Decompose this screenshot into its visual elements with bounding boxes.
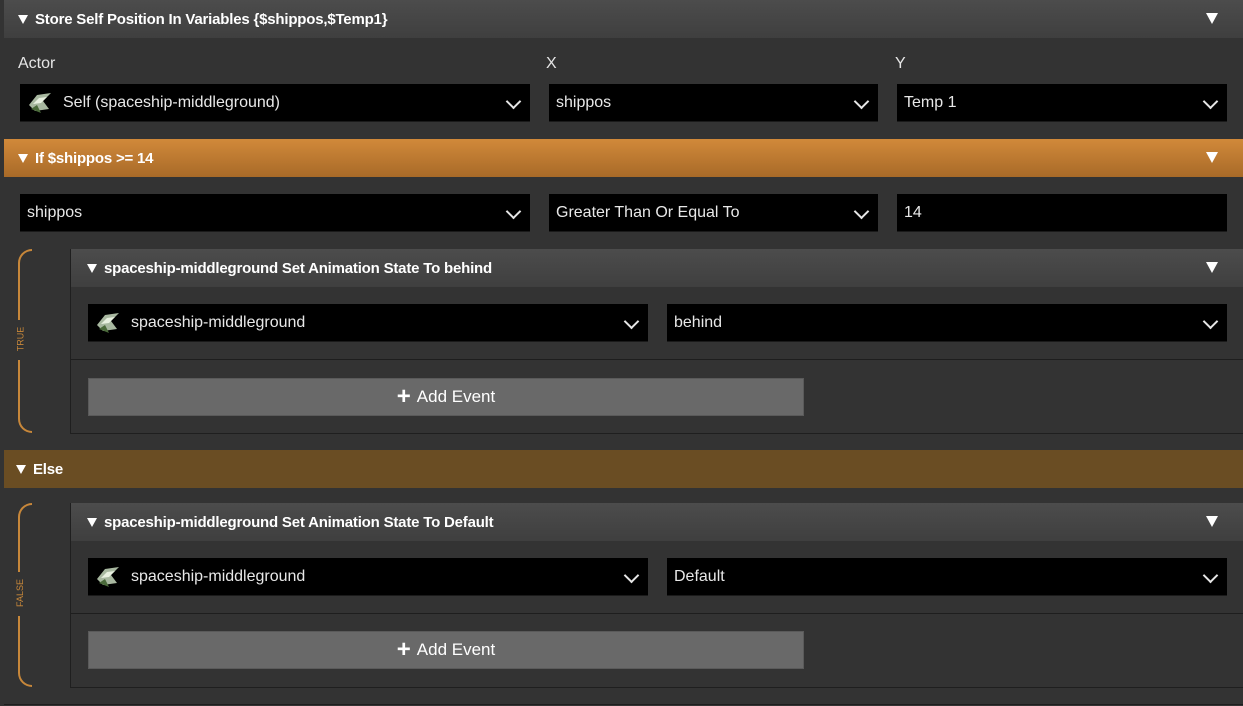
collapse-triangle-icon[interactable]	[18, 14, 28, 24]
false-child-event-header[interactable]: spaceship-middleground Set Animation Sta…	[71, 503, 1243, 541]
event-menu-icon[interactable]	[1206, 13, 1218, 24]
spaceship-icon	[97, 566, 119, 587]
if-event-title: If $shippos >= 14	[35, 149, 154, 167]
chevron-down-icon	[1202, 93, 1219, 110]
chevron-down-icon	[505, 93, 522, 110]
x-value: shippos	[556, 93, 612, 111]
true-actor-value: spaceship-middleground	[131, 313, 306, 331]
bottom-divider	[4, 704, 1243, 705]
chevron-down-icon	[853, 93, 870, 110]
false-state-value: Default	[674, 567, 725, 585]
divider	[71, 359, 1243, 360]
false-actor-value: spaceship-middleground	[131, 567, 306, 585]
true-branch-label: TRUE	[15, 326, 26, 352]
collapse-triangle-icon[interactable]	[18, 153, 28, 163]
chevron-down-icon	[853, 203, 870, 220]
false-child-title: spaceship-middleground Set Animation Sta…	[104, 513, 494, 531]
false-branch-label: FALSE	[15, 578, 26, 608]
add-event-label: Add Event	[416, 387, 496, 406]
store-event-header[interactable]: Store Self Position In Variables {$shipp…	[4, 0, 1243, 38]
if-right-value-input[interactable]: 14	[897, 194, 1227, 232]
y-label: Y	[895, 55, 906, 72]
true-animation-state-dropdown[interactable]: behind	[667, 304, 1227, 342]
actor-value: Self (spaceship-middleground)	[63, 93, 280, 111]
else-event-title: Else	[33, 460, 64, 478]
chevron-down-icon	[1202, 567, 1219, 584]
plus-icon: +	[396, 636, 411, 663]
x-variable-dropdown[interactable]: shippos	[549, 84, 878, 122]
collapse-triangle-icon[interactable]	[87, 263, 97, 273]
if-right-value: 14	[904, 203, 922, 221]
add-event-label: Add Event	[416, 640, 496, 659]
x-label: X	[546, 55, 557, 72]
true-state-value: behind	[674, 313, 723, 331]
true-child-event-header[interactable]: spaceship-middleground Set Animation Sta…	[71, 249, 1243, 287]
actor-dropdown[interactable]: Self (spaceship-middleground)	[20, 84, 530, 122]
collapse-triangle-icon[interactable]	[87, 517, 97, 527]
divider	[71, 613, 1243, 614]
else-event-header[interactable]: Else	[4, 450, 1243, 488]
store-event-title: Store Self Position In Variables {$shipp…	[35, 10, 388, 28]
spaceship-icon	[97, 312, 119, 333]
add-event-button[interactable]: + Add Event	[88, 631, 804, 669]
if-event-header[interactable]: If $shippos >= 14	[4, 139, 1243, 177]
operator-value: Greater Than Or Equal To	[556, 203, 740, 221]
if-left-variable-dropdown[interactable]: shippos	[20, 194, 530, 232]
spaceship-icon	[29, 92, 51, 113]
event-menu-icon[interactable]	[1206, 516, 1218, 527]
plus-icon: +	[396, 383, 411, 410]
true-child-title: spaceship-middleground Set Animation Sta…	[104, 259, 492, 277]
event-menu-icon[interactable]	[1206, 152, 1218, 163]
comparison-operator-dropdown[interactable]: Greater Than Or Equal To	[549, 194, 878, 232]
collapse-triangle-icon[interactable]	[16, 464, 26, 474]
chevron-down-icon	[505, 203, 522, 220]
y-variable-dropdown[interactable]: Temp 1	[897, 84, 1227, 122]
chevron-down-icon	[623, 567, 640, 584]
event-menu-icon[interactable]	[1206, 262, 1218, 273]
actor-label: Actor	[18, 55, 56, 72]
chevron-down-icon	[623, 313, 640, 330]
false-actor-dropdown[interactable]: spaceship-middleground	[88, 558, 648, 596]
add-event-button[interactable]: + Add Event	[88, 378, 804, 416]
chevron-down-icon	[1202, 313, 1219, 330]
true-actor-dropdown[interactable]: spaceship-middleground	[88, 304, 648, 342]
if-left-value: shippos	[27, 203, 83, 221]
false-animation-state-dropdown[interactable]: Default	[667, 558, 1227, 596]
y-value: Temp 1	[904, 93, 957, 111]
